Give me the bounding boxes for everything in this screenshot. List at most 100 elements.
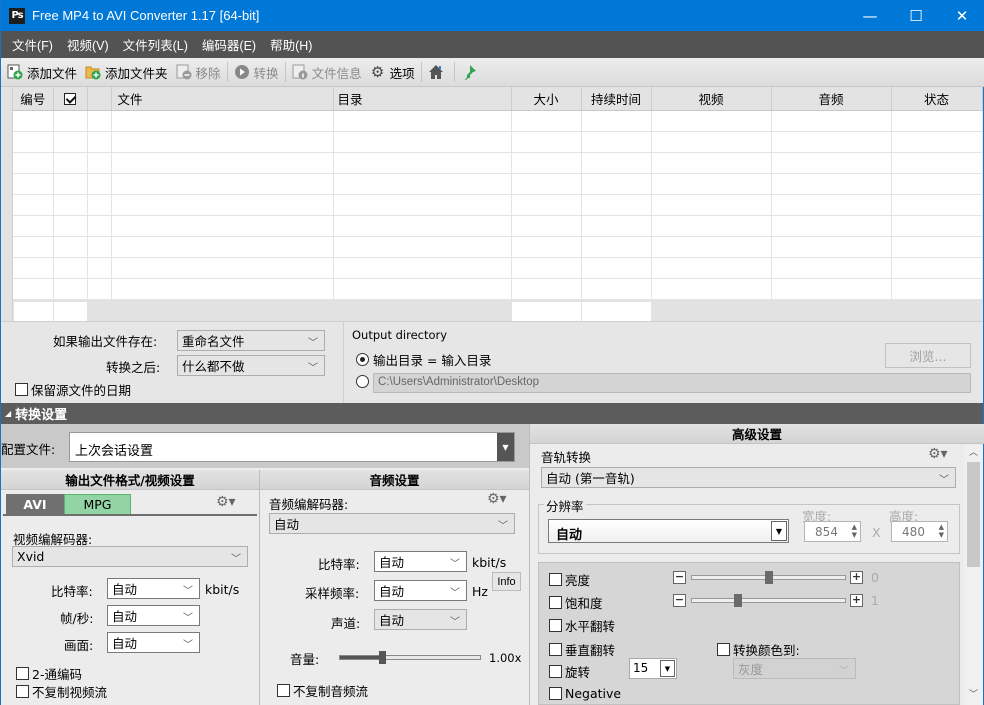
brightness-thumb[interactable]: [764, 571, 773, 584]
volume-slider[interactable]: [339, 651, 481, 664]
scroll-down-icon[interactable]: ﹀: [964, 687, 983, 703]
dropdown-arrow-icon[interactable]: ▼: [497, 433, 514, 461]
home-button[interactable]: [428, 64, 448, 80]
brightness-minus-button[interactable]: −: [673, 571, 686, 584]
saturation-slider[interactable]: [691, 598, 846, 603]
height-spinner[interactable]: 480 ▲ ▼: [891, 521, 948, 542]
col-number[interactable]: 编号: [13, 87, 54, 111]
radio-button[interactable]: [356, 353, 369, 366]
saturation-thumb[interactable]: [733, 594, 742, 607]
fps-select[interactable]: 自动 ﹀: [107, 605, 200, 626]
add-folder-button[interactable]: 添加文件夹: [85, 63, 168, 82]
hflip-checkbox[interactable]: 水平翻转: [549, 616, 615, 635]
negative-checkbox[interactable]: Negative: [549, 686, 621, 701]
spinner-arrows-icon[interactable]: ▲ ▼: [939, 523, 944, 539]
dropdown-arrow-icon[interactable]: ▼: [771, 521, 787, 541]
scroll-thumb[interactable]: [967, 462, 980, 567]
color-value: 灰度: [738, 662, 764, 677]
conversion-settings-title: 转换设置: [15, 408, 68, 423]
audio-gear-menu-icon[interactable]: ⚙▾: [487, 491, 507, 507]
if-exists-select[interactable]: 重命名文件 ﹀: [177, 330, 325, 351]
close-button[interactable]: ✕: [939, 0, 984, 31]
width-spinner[interactable]: 854 ▲ ▼: [804, 521, 861, 542]
checkbox-box[interactable]: [277, 684, 290, 697]
profile-select[interactable]: 上次会话设置 ▼: [69, 432, 515, 462]
remove-button[interactable]: 移除: [176, 63, 221, 82]
volume-thumb[interactable]: [379, 651, 386, 664]
dropdown-arrow-icon[interactable]: ▼: [660, 660, 675, 677]
checkbox-box[interactable]: [717, 643, 730, 656]
saturation-plus-button[interactable]: +: [850, 594, 863, 607]
no-copy-audio-checkbox[interactable]: 不复制音频流: [277, 681, 368, 700]
frame-size-select[interactable]: 自动 ﹀: [107, 632, 200, 653]
checkbox-box[interactable]: [549, 687, 562, 700]
audio-track-select[interactable]: 自动 (第一音轨) ﹀: [541, 467, 956, 488]
radio-same-dir[interactable]: 输出目录 = 输入目录: [356, 350, 491, 369]
menu-filelist[interactable]: 文件列表(L): [116, 35, 195, 54]
menu-help[interactable]: 帮助(H): [263, 35, 319, 54]
scroll-up-icon[interactable]: ︿: [964, 445, 983, 461]
rotate-select[interactable]: 15 ▼: [629, 658, 677, 679]
video-gear-menu-icon[interactable]: ⚙▾: [216, 494, 236, 510]
vflip-checkbox[interactable]: 垂直翻转: [549, 640, 615, 659]
convert-button[interactable]: 转换: [234, 63, 279, 82]
channels-select[interactable]: 自动 ﹀: [374, 609, 467, 630]
after-convert-select[interactable]: 什么都不做 ﹀: [177, 355, 325, 376]
options-button[interactable]: ⚙ 选项: [370, 63, 415, 82]
rotate-checkbox[interactable]: 旋转: [549, 662, 590, 681]
audio-codec-select[interactable]: 自动 ﹀: [269, 513, 515, 534]
advanced-scrollbar[interactable]: ︿ ﹀: [964, 445, 983, 705]
col-file[interactable]: 文件: [111, 87, 334, 111]
minimize-button[interactable]: —: [847, 0, 893, 31]
maximize-button[interactable]: ☐: [893, 0, 939, 31]
tab-mpg[interactable]: MPG: [64, 494, 131, 515]
brightness-checkbox[interactable]: 亮度: [549, 570, 590, 589]
brightness-plus-button[interactable]: +: [850, 571, 863, 584]
add-folder-label: 添加文件夹: [105, 65, 168, 81]
saturation-minus-button[interactable]: −: [673, 594, 686, 607]
table-cell: [111, 110, 334, 132]
menu-file[interactable]: 文件(F): [5, 35, 60, 54]
radio-custom-dir[interactable]: [356, 375, 373, 388]
menu-encoder[interactable]: 编码器(E): [195, 35, 263, 54]
radio-button[interactable]: [356, 375, 369, 388]
col-select-all[interactable]: [53, 87, 88, 111]
conversion-settings-header[interactable]: ◢ 转换设置: [1, 403, 983, 424]
advanced-gear-menu-icon[interactable]: ⚙▾: [928, 446, 948, 462]
spinner-arrows-icon[interactable]: ▲ ▼: [852, 523, 857, 539]
col-video[interactable]: 视频: [651, 87, 772, 111]
col-duration[interactable]: 持续时间: [581, 87, 652, 111]
checkbox-box[interactable]: [549, 643, 562, 656]
file-info-button[interactable]: 文件信息: [292, 63, 362, 82]
browse-button[interactable]: 浏览...: [885, 343, 971, 368]
checkbox-box[interactable]: [16, 667, 29, 680]
saturation-checkbox[interactable]: 饱和度: [549, 593, 603, 612]
convert-color-checkbox[interactable]: 转换颜色到:: [717, 640, 800, 659]
checkbox-box[interactable]: [16, 685, 29, 698]
custom-dir-input[interactable]: C:\Users\Administrator\Desktop: [373, 373, 971, 393]
col-status[interactable]: 状态: [891, 87, 983, 111]
video-bitrate-select[interactable]: 自动 ﹀: [107, 578, 200, 599]
samplerate-select[interactable]: 自动 ﹀: [374, 580, 467, 601]
audio-bitrate-select[interactable]: 自动 ﹀: [374, 551, 467, 572]
col-directory[interactable]: 目录: [333, 87, 512, 111]
tab-avi[interactable]: AVI: [6, 494, 64, 515]
checkbox-box[interactable]: [549, 665, 562, 678]
col-size[interactable]: 大小: [511, 87, 582, 111]
two-pass-checkbox[interactable]: 2-通编码: [16, 664, 82, 683]
checkbox-box[interactable]: [15, 383, 28, 396]
col-audio[interactable]: 音频: [771, 87, 892, 111]
color-select[interactable]: 灰度 ﹀: [733, 658, 856, 679]
checkbox-box[interactable]: [549, 573, 562, 586]
pin-button[interactable]: [461, 64, 481, 80]
checkbox-box[interactable]: [549, 596, 562, 609]
resolution-select[interactable]: 自动 ▼: [548, 519, 789, 543]
video-codec-select[interactable]: Xvid ﹀: [12, 546, 248, 567]
keep-date-checkbox[interactable]: 保留源文件的日期: [15, 380, 131, 399]
info-button[interactable]: Info: [492, 572, 521, 591]
menu-video[interactable]: 视频(V): [60, 35, 116, 54]
select-all-checkbox[interactable]: [64, 93, 76, 106]
checkbox-box[interactable]: [549, 619, 562, 632]
add-file-button[interactable]: 添加文件: [7, 63, 77, 82]
no-copy-video-checkbox[interactable]: 不复制视频流: [16, 682, 107, 701]
